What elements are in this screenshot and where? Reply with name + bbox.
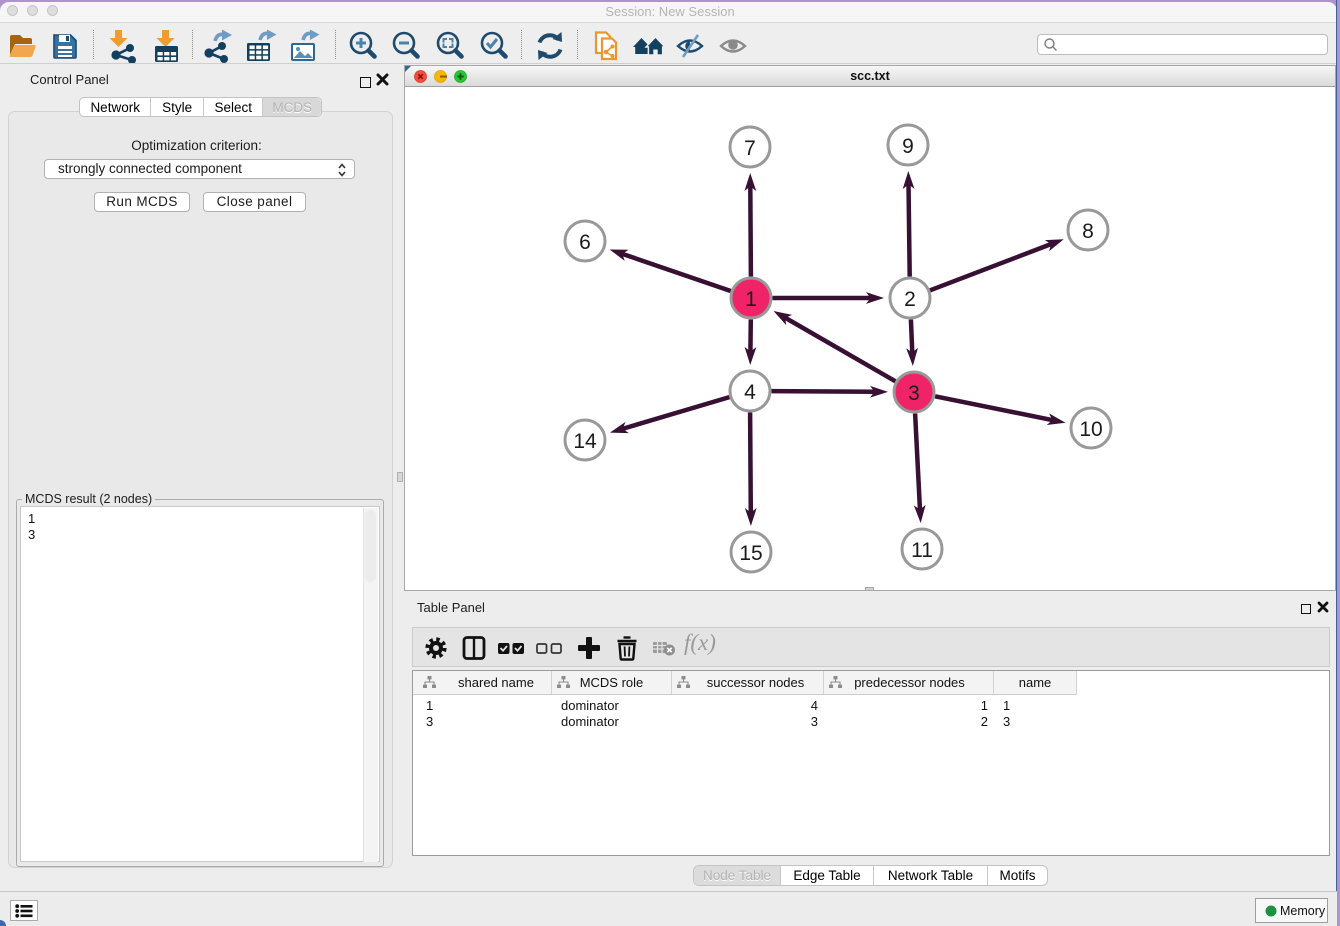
svg-text:4: 4 (744, 381, 756, 404)
svg-text:2: 2 (904, 288, 916, 311)
svg-text:11: 11 (911, 539, 933, 562)
svg-text:14: 14 (573, 430, 597, 453)
svg-text:10: 10 (1079, 418, 1102, 441)
svg-text:1: 1 (745, 288, 757, 311)
svg-text:6: 6 (579, 231, 591, 254)
svg-text:8: 8 (1082, 220, 1094, 243)
svg-text:7: 7 (744, 137, 756, 160)
svg-text:3: 3 (908, 382, 920, 405)
svg-text:9: 9 (902, 135, 914, 158)
svg-text:15: 15 (739, 542, 762, 565)
